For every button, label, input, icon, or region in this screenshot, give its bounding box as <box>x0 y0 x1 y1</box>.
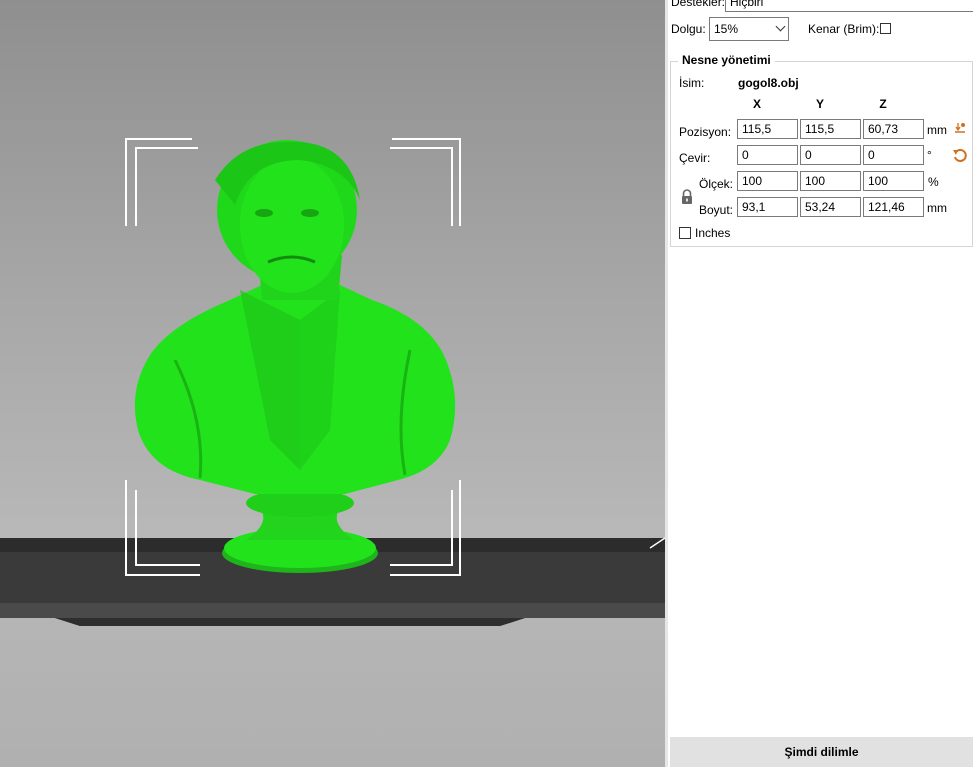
scale-label: Ölçek: <box>699 177 734 191</box>
size-z-value: 121,46 <box>868 200 905 214</box>
scale-x-value: 100 <box>742 174 763 188</box>
name-label: İsim: <box>679 76 705 90</box>
rotate-label: Çevir: <box>679 151 711 165</box>
reset-rotation-icon[interactable] <box>952 147 968 166</box>
slice-now-button[interactable]: Şimdi dilimle <box>670 737 973 767</box>
size-z-input[interactable]: 121,46 <box>863 197 924 217</box>
scene <box>0 138 665 626</box>
scale-x-input[interactable]: 100 <box>737 171 798 191</box>
size-y-input[interactable]: 53,24 <box>800 197 861 217</box>
print-bed-lip <box>55 618 525 626</box>
brim-checkbox[interactable] <box>880 23 891 34</box>
object-group-title: Nesne yönetimi <box>678 53 775 67</box>
size-unit: mm <box>927 201 947 215</box>
inches-checkbox[interactable] <box>679 227 691 239</box>
supports-select[interactable]: Hiçbiri <box>725 0 973 12</box>
axis-z-label: Z <box>879 97 887 111</box>
bust-eye-left <box>255 209 273 217</box>
scale-y-value: 100 <box>805 174 826 188</box>
position-label: Pozisyon: <box>679 125 732 139</box>
position-x-input[interactable]: 115,5 <box>737 119 798 139</box>
bust-face <box>240 157 344 293</box>
scale-y-input[interactable]: 100 <box>800 171 861 191</box>
rotate-x-value: 0 <box>742 148 749 162</box>
position-y-value: 115,5 <box>805 122 835 136</box>
scale-unit: % <box>928 175 939 189</box>
rotate-y-input[interactable]: 0 <box>800 145 861 165</box>
size-y-value: 53,24 <box>805 200 836 214</box>
object-name: gogol8.obj <box>738 76 799 90</box>
size-label: Boyut: <box>699 203 734 217</box>
position-z-input[interactable]: 60,73 <box>863 119 924 139</box>
3d-viewport[interactable] <box>0 0 665 767</box>
rotate-z-input[interactable]: 0 <box>863 145 924 165</box>
rotate-z-value: 0 <box>868 148 875 162</box>
rotate-y-value: 0 <box>805 148 812 162</box>
supports-value: Hiçbiri <box>730 0 764 9</box>
drop-to-bed-icon[interactable] <box>953 120 967 137</box>
supports-label: Destekler: <box>671 0 726 9</box>
size-x-value: 93,1 <box>742 200 766 214</box>
scale-z-value: 100 <box>868 174 889 188</box>
infill-select[interactable]: 15% <box>709 17 789 41</box>
bust-eye-right <box>301 209 319 217</box>
position-x-value: 115,5 <box>742 122 772 136</box>
settings-panel: Destekler: Hiçbiri Dolgu: 15% Kenar (Bri… <box>668 0 973 767</box>
axis-y-label: Y <box>815 97 824 111</box>
position-y-input[interactable]: 115,5 <box>800 119 861 139</box>
slice-now-label: Şimdi dilimle <box>784 745 859 759</box>
inches-label: Inches <box>695 226 731 240</box>
chevron-down-icon <box>775 21 786 32</box>
infill-value: 15% <box>714 22 739 36</box>
infill-label: Dolgu: <box>671 22 706 36</box>
size-x-input[interactable]: 93,1 <box>737 197 798 217</box>
position-z-value: 60,73 <box>868 122 899 136</box>
rotate-unit: ° <box>927 148 932 162</box>
lock-icon[interactable] <box>680 189 694 208</box>
brim-label: Kenar (Brim): <box>808 22 880 36</box>
position-unit: mm <box>927 123 947 137</box>
scale-z-input[interactable]: 100 <box>863 171 924 191</box>
rotate-x-input[interactable]: 0 <box>737 145 798 165</box>
axis-x-label: X <box>752 97 761 111</box>
